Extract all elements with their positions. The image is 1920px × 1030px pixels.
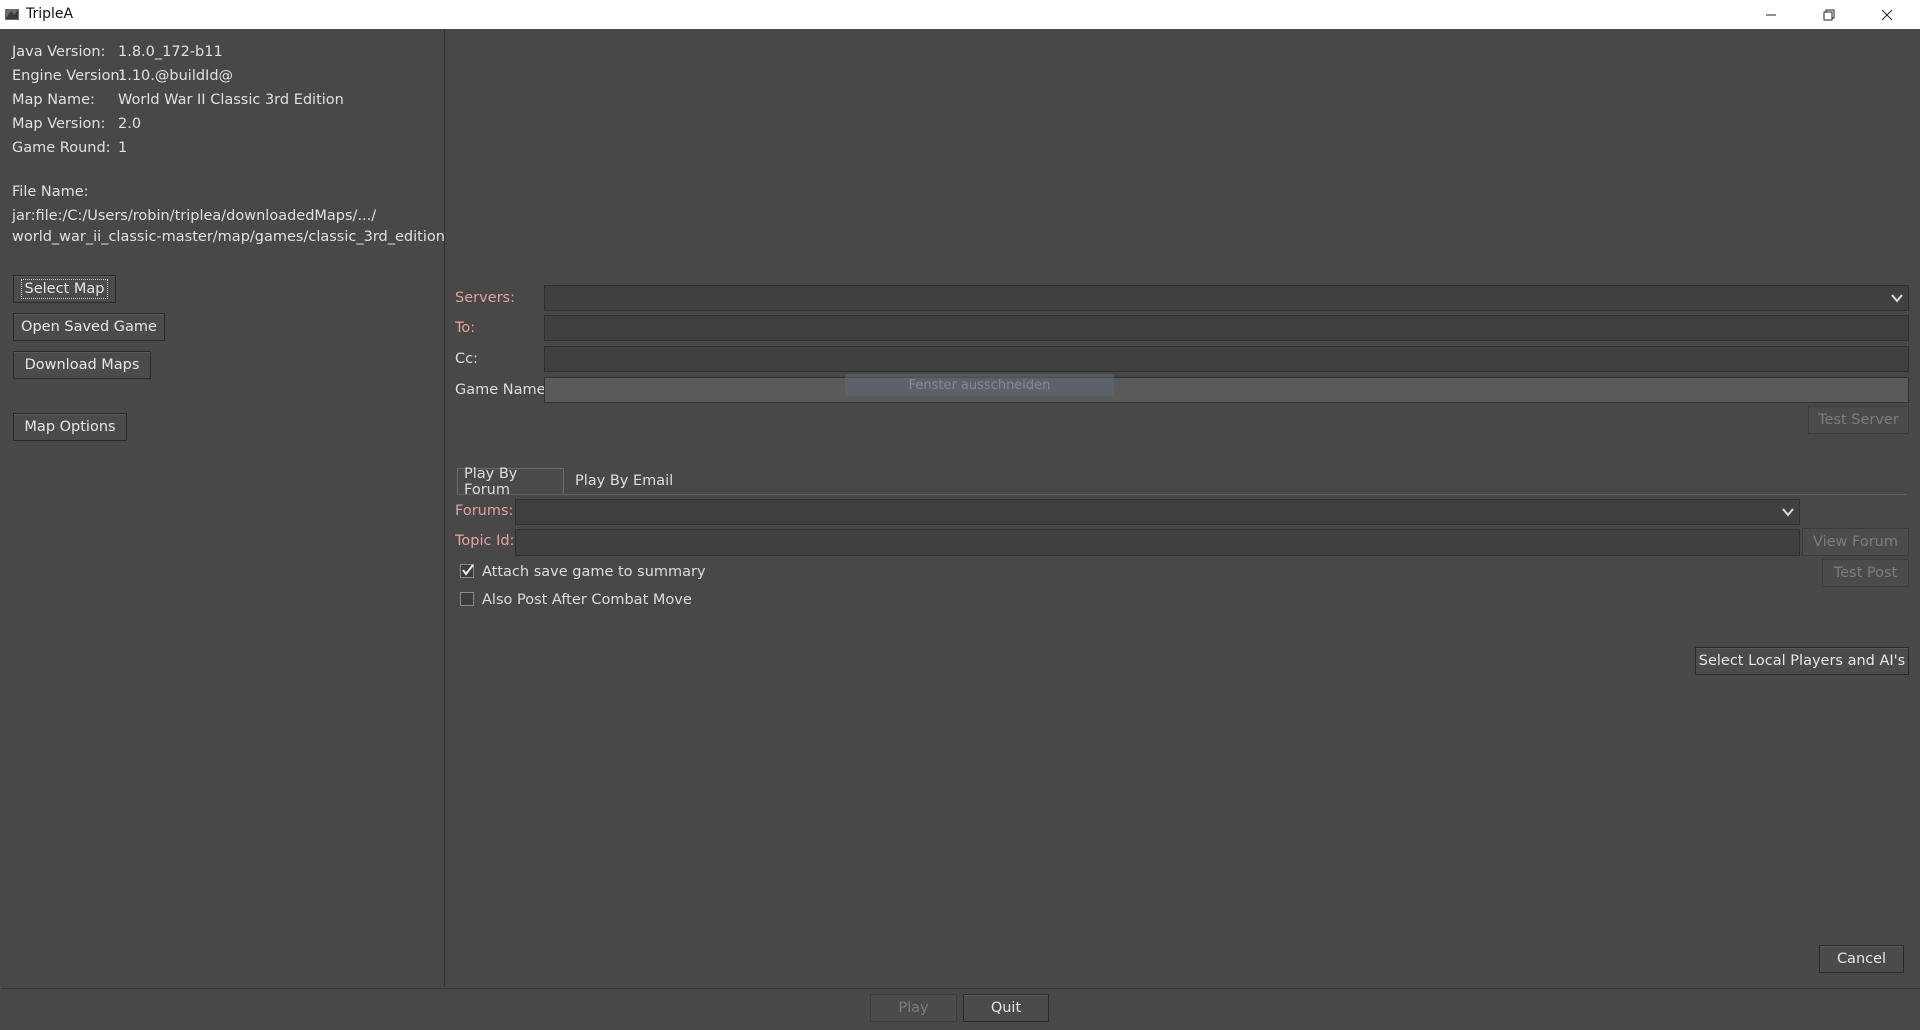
select-map-label: Select Map bbox=[20, 279, 109, 299]
game-round-row: Game Round: 1 bbox=[12, 140, 127, 156]
servers-label: Servers: bbox=[455, 290, 515, 306]
java-version-row: Java Version: 1.8.0_172-b11 bbox=[12, 44, 223, 60]
forums-label: Forums: bbox=[455, 503, 514, 519]
file-path-line2: world_war_ii_classic-master/map/games/cl… bbox=[12, 229, 477, 245]
file-name-label: File Name: bbox=[12, 184, 89, 200]
play-label: Play bbox=[898, 1000, 929, 1016]
game-name-input[interactable] bbox=[544, 377, 1909, 403]
view-forum-button[interactable]: View Forum bbox=[1802, 528, 1909, 556]
map-options-label: Map Options bbox=[24, 419, 116, 435]
select-local-players-button[interactable]: Select Local Players and AI's bbox=[1695, 647, 1909, 675]
bottom-bar bbox=[1, 988, 1920, 1030]
tab-play-by-email-label: Play By Email bbox=[575, 473, 674, 489]
engine-version-row: Engine Version:1.10.@buildId@ bbox=[12, 68, 233, 84]
forums-dropdown[interactable] bbox=[515, 499, 1800, 525]
game-info-panel bbox=[1, 29, 445, 987]
test-server-label: Test Server bbox=[1818, 412, 1899, 428]
tab-play-by-email[interactable]: Play By Email bbox=[569, 468, 679, 494]
map-version-row: Map Version: 2.0 bbox=[12, 116, 141, 132]
download-maps-label: Download Maps bbox=[24, 357, 140, 373]
attach-save-game-label: Attach save game to summary bbox=[482, 564, 706, 580]
post-after-combat-checkbox[interactable] bbox=[460, 592, 474, 606]
post-after-combat-label: Also Post After Combat Move bbox=[482, 592, 692, 608]
servers-dropdown[interactable] bbox=[544, 285, 1909, 311]
view-forum-label: View Forum bbox=[1813, 534, 1898, 550]
select-local-players-label: Select Local Players and AI's bbox=[1698, 653, 1906, 669]
file-path-line1: jar:file:/C:/Users/robin/triplea/downloa… bbox=[12, 208, 377, 224]
open-saved-game-button[interactable]: Open Saved Game bbox=[13, 313, 165, 341]
to-input[interactable] bbox=[544, 315, 1909, 341]
cc-input[interactable] bbox=[544, 346, 1909, 372]
map-version-label: Map Version: bbox=[12, 116, 106, 132]
tab-strip: Play By Forum Play By Email bbox=[457, 466, 1907, 498]
quit-label: Quit bbox=[990, 1000, 1022, 1016]
window-title: TripleA bbox=[26, 6, 74, 22]
window-titlebar: TripleA bbox=[0, 0, 1920, 29]
engine-version-value: 1.10.@buildId@ bbox=[118, 68, 234, 84]
map-version-value: 2.0 bbox=[118, 116, 142, 132]
tab-play-by-forum[interactable]: Play By Forum bbox=[457, 466, 564, 498]
test-post-label: Test Post bbox=[1833, 565, 1898, 581]
chevron-down-icon bbox=[1891, 294, 1903, 303]
game-round-label: Game Round: bbox=[12, 140, 111, 156]
map-options-button[interactable]: Map Options bbox=[13, 413, 127, 441]
play-button[interactable]: Play bbox=[870, 994, 957, 1022]
map-name-label: Map Name: bbox=[12, 92, 95, 108]
tab-play-by-forum-label: Play By Forum bbox=[464, 465, 518, 498]
map-name-value: World War II Classic 3rd Edition bbox=[118, 92, 344, 108]
attach-save-game-checkbox[interactable] bbox=[460, 564, 474, 578]
cancel-label: Cancel bbox=[1836, 951, 1887, 967]
cancel-button[interactable]: Cancel bbox=[1819, 945, 1904, 973]
checkmark-icon bbox=[462, 564, 474, 576]
restore-button[interactable] bbox=[1801, 0, 1857, 29]
tooltip: Fenster ausschneiden bbox=[845, 374, 1114, 396]
select-map-button[interactable]: Select Map bbox=[13, 275, 116, 303]
minimize-button[interactable] bbox=[1743, 0, 1799, 29]
java-version-label: Java Version: bbox=[12, 44, 106, 60]
triplea-app-icon bbox=[5, 9, 19, 20]
quit-button[interactable]: Quit bbox=[963, 994, 1049, 1022]
restore-icon bbox=[1823, 9, 1835, 20]
topic-id-label: Topic Id: bbox=[455, 533, 515, 549]
game-round-value: 1 bbox=[118, 140, 128, 156]
test-post-button[interactable]: Test Post bbox=[1822, 559, 1909, 587]
java-version-value: 1.8.0_172-b11 bbox=[118, 44, 223, 60]
chevron-down-icon bbox=[1782, 508, 1794, 517]
game-name-label: Game Name: bbox=[455, 382, 551, 398]
cc-label: Cc: bbox=[455, 351, 478, 367]
close-button[interactable] bbox=[1859, 0, 1915, 29]
to-label: To: bbox=[455, 320, 476, 336]
topic-id-input[interactable] bbox=[515, 529, 1800, 556]
minimize-icon bbox=[1766, 14, 1776, 15]
map-name-row: Map Name: World War II Classic 3rd Editio… bbox=[12, 92, 344, 108]
close-icon bbox=[1881, 9, 1893, 20]
test-server-button[interactable]: Test Server bbox=[1808, 406, 1909, 434]
download-maps-button[interactable]: Download Maps bbox=[13, 351, 151, 379]
open-saved-game-label: Open Saved Game bbox=[21, 319, 157, 335]
engine-version-label: Engine Version: bbox=[12, 68, 125, 84]
